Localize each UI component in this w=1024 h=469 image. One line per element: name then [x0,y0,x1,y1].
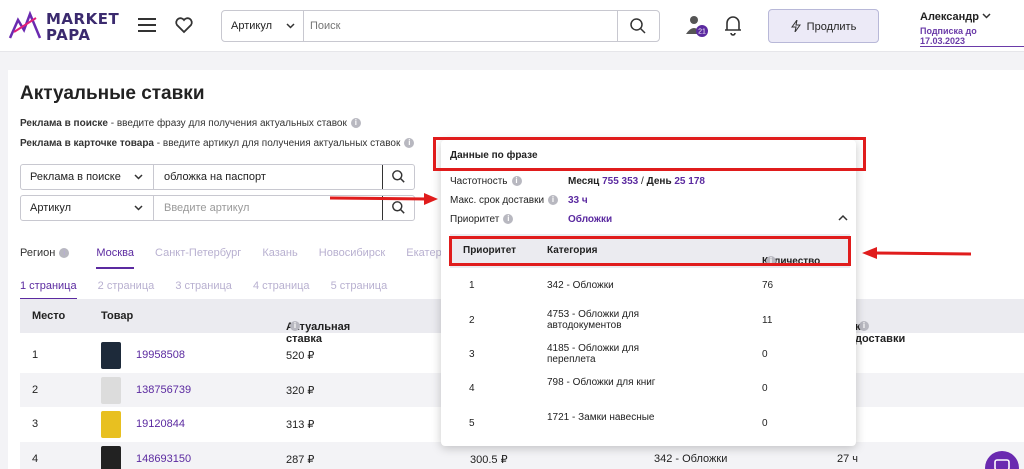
tab-page-2[interactable]: 2 страница [98,280,155,292]
freq-label: Частотность i [450,176,522,187]
article-link[interactable]: 19958508 [136,349,185,361]
col-place: Место [32,310,66,322]
logo-icon [8,10,42,39]
search-button[interactable] [617,11,659,41]
heart-icon[interactable] [174,15,194,35]
tab-page-4[interactable]: 4 страница [253,280,310,292]
prolong-button[interactable]: Продлить [768,9,879,43]
lightning-icon [790,19,801,33]
article-link[interactable]: 138756739 [136,384,191,396]
page-tabs: 1 страница 2 страница 3 страница 4 стран… [20,280,405,300]
product-thumbnail[interactable] [101,377,121,404]
region-tabs: Регион i Москва Санкт-Петербург Казань Но… [20,247,460,269]
priority-label: Приоритет i [450,214,514,225]
highlight-box [449,236,851,266]
info-icon: i [511,176,522,187]
search-icon [630,18,646,34]
chevron-up-icon[interactable] [838,214,848,222]
user-name[interactable]: Александр [920,11,991,23]
freq-value: Месяц 755 353 / День 25 178 [568,176,705,187]
delivery-label: Макс. срок доставки i [450,195,559,206]
product-thumbnail[interactable] [101,411,121,438]
tab-region-ekat[interactable]: Екатер [406,247,441,259]
article-link[interactable]: 148693150 [136,453,191,465]
page-title: Актуальные ставки [20,83,205,104]
info-icon: i [859,321,869,331]
table-row: 4 148693150 287 ₽ 300.5 ₽ 342 - Обложки … [20,442,1024,469]
logo[interactable]: MARKET PAPA [8,6,119,46]
logo-text-1: MARKET [46,10,120,28]
product-thumbnail[interactable] [101,446,121,469]
annotation-arrow-right [862,247,972,259]
info-icon: i [59,248,70,259]
tab-page-5[interactable]: 5 страница [331,280,388,292]
search-input[interactable] [310,11,610,41]
product-thumbnail[interactable] [101,342,121,369]
info-icon: i [404,138,415,149]
bell-icon[interactable] [723,14,743,36]
tab-region-spb[interactable]: Санкт-Петербург [155,247,241,259]
annotation-arrow-left [329,193,438,205]
chevron-down-icon [134,174,143,180]
chevron-down-icon [982,13,991,19]
user-badge: 21 [698,29,706,36]
chevron-down-icon [134,205,143,211]
col-product: Товар [101,310,134,322]
search-bar: Артикул [221,10,660,42]
tab-page-3[interactable]: 3 страница [175,280,232,292]
highlight-box [433,137,866,171]
info-icon: i [290,321,300,331]
top-header: MARKET PAPA Артикул 21 Продлить Александ… [0,0,1024,52]
tab-region-novosibirsk[interactable]: Новосибирск [319,247,385,259]
article-select[interactable]: Артикул [21,196,154,220]
phrase-input[interactable]: обложка на паспорт [164,171,266,183]
search-icon [392,170,405,183]
search-type-select[interactable]: Артикул [222,11,304,41]
prolong-label: Продлить [806,21,857,33]
priority-value: Обложки [568,214,613,225]
hint-search: Реклама в поиске - введите фразу для пол… [20,118,361,129]
hint-card: Реклама в карточке товара - введите арти… [20,138,415,149]
tab-region-moscow[interactable]: Москва [96,247,134,269]
tab-region-kazan[interactable]: Казань [262,247,297,259]
info-icon: i [548,195,559,206]
delivery-value: 33 ч [568,195,588,206]
article-input[interactable]: Введите артикул [164,202,249,214]
phrase-search-button[interactable] [382,165,414,189]
tab-page-1[interactable]: 1 страница [20,280,77,300]
chat-icon [994,459,1010,469]
search-type-label: Артикул [231,20,273,32]
subscription-link[interactable]: Подписка до 17.03.2023 [920,26,1024,47]
user-icon[interactable]: 21 [685,14,709,38]
info-icon: i [503,214,514,225]
search-form-row: Реклама в поиске обложка на паспорт [20,164,415,190]
info-icon: i [350,118,361,129]
chevron-down-icon [286,23,295,29]
article-link[interactable]: 19120844 [136,418,185,430]
ad-type-select[interactable]: Реклама в поиске [21,165,154,189]
logo-text-2: PAPA [46,26,91,44]
region-label: Регион i [20,247,87,259]
burger-icon[interactable] [138,17,156,33]
